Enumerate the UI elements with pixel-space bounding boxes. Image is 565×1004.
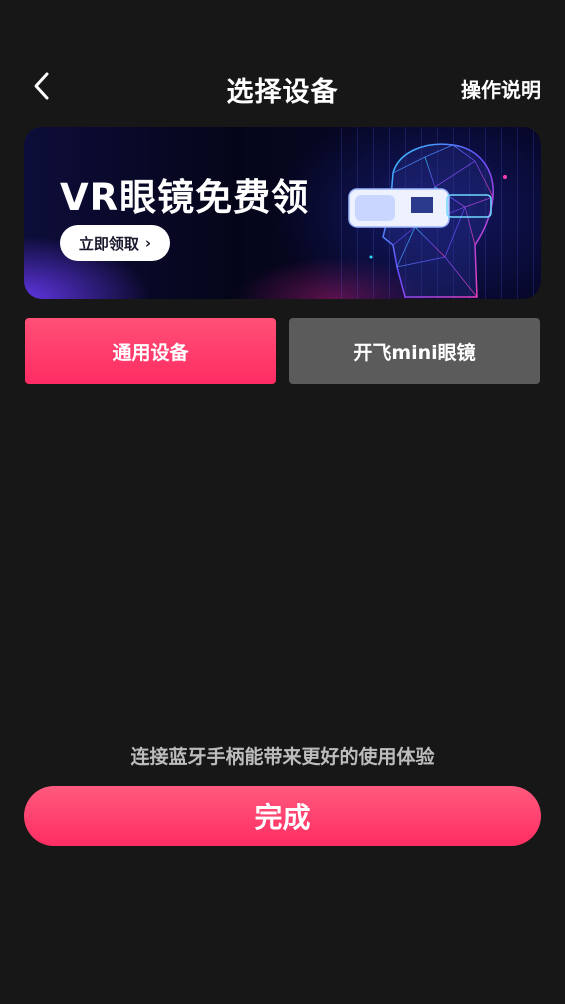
bluetooth-hint: 连接蓝牙手柄能带来更好的使用体验 [130, 746, 435, 768]
banner-title: VR眼镜免费领 [60, 176, 310, 219]
vr-head-illustration [348, 143, 507, 298]
instructions-link[interactable]: 操作说明 [461, 74, 541, 103]
tab-general-device[interactable]: 通用设备 [25, 318, 276, 384]
done-button-label: 完成 [254, 801, 311, 834]
done-button[interactable]: 完成 [24, 786, 541, 846]
vr-promo-banner[interactable]: VR眼镜免费领 立即领取 › [24, 127, 541, 299]
claim-now-label: 立即领取 [78, 234, 139, 253]
device-tabs: 通用设备 开飞mini眼镜 [25, 318, 540, 384]
claim-now-button[interactable]: 立即领取 › [60, 225, 170, 261]
tab-kaifei-mini-glasses[interactable]: 开飞mini眼镜 [289, 318, 540, 384]
tab-general-device-label: 通用设备 [112, 341, 189, 364]
chevron-right-icon: › [144, 234, 152, 252]
header-bar: 选择设备 操作说明 [0, 62, 565, 112]
device-select-screen: 选择设备 操作说明 VR眼镜免费领 立即领取 › 通用设备 开飞mini眼镜 连… [0, 0, 565, 1004]
tab-kaifei-mini-glasses-label: 开飞mini眼镜 [353, 341, 476, 364]
